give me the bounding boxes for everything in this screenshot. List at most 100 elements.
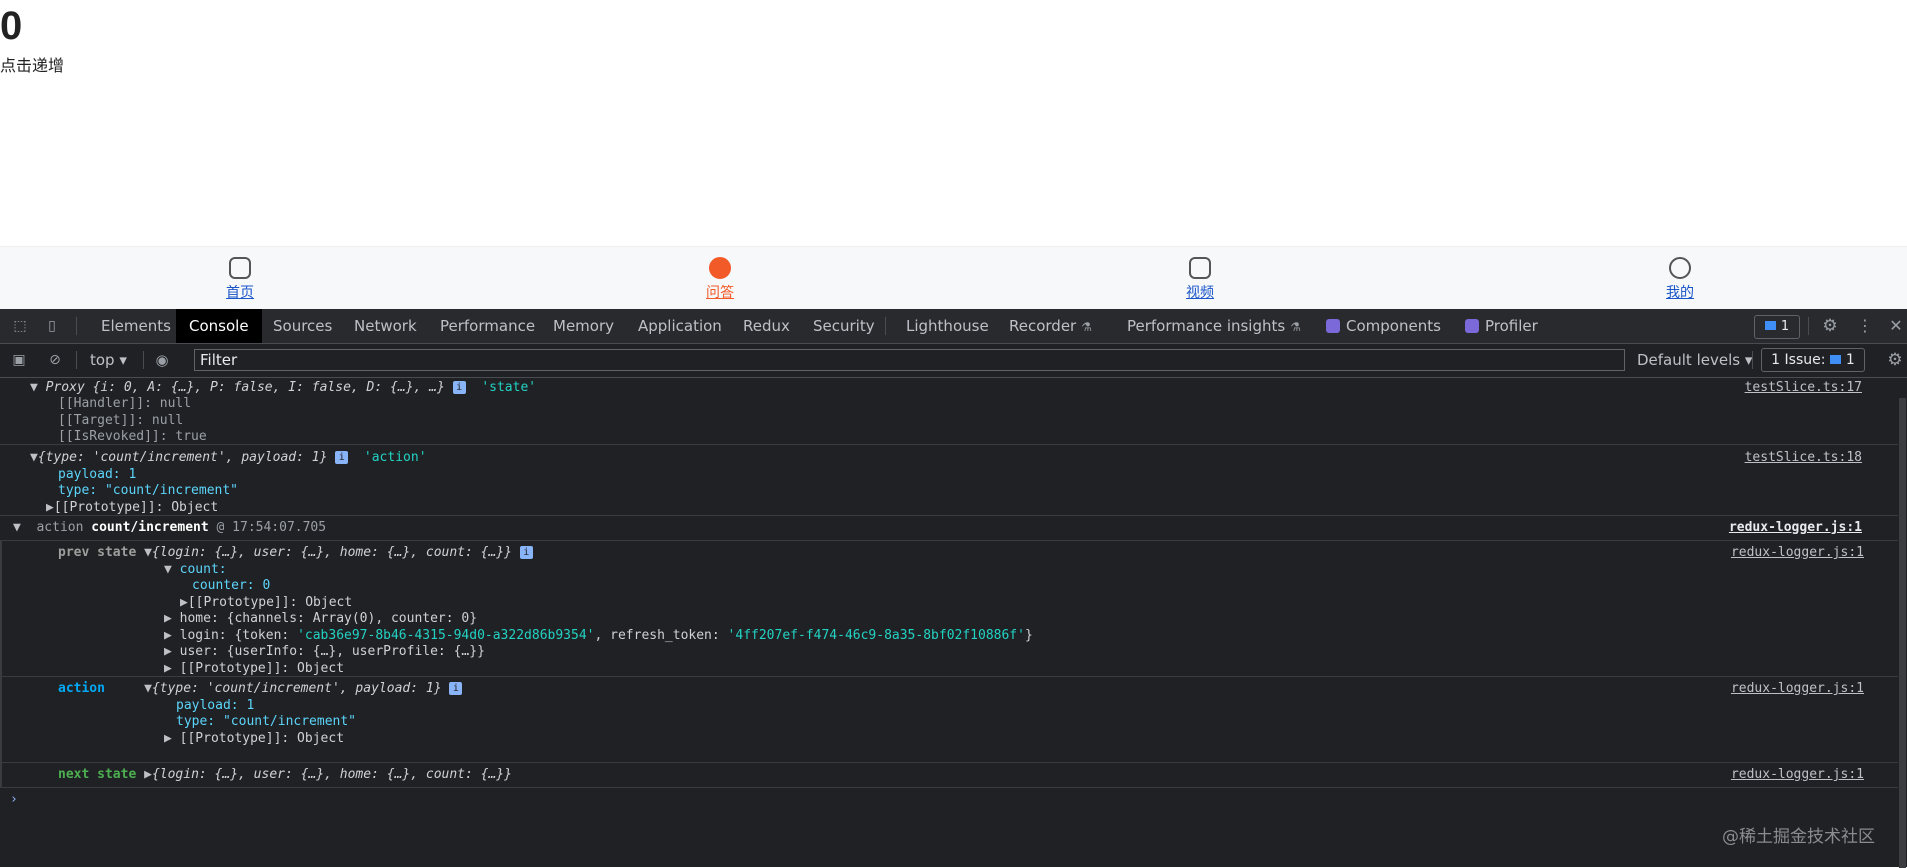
group-time: @ 17:54:07.705 (216, 520, 327, 535)
inspect-element-icon[interactable]: ⬚ (12, 318, 28, 334)
next-state-summary: {login: {…}, user: {…}, home: {…}, count… (151, 767, 512, 782)
action-label: action (58, 681, 105, 696)
prototype-row[interactable]: ▶[[Prototype]]: Object (46, 498, 218, 518)
login-close: } (1024, 628, 1033, 643)
tab-application[interactable]: Application (625, 309, 735, 343)
gear-icon[interactable]: ⚙ (1822, 318, 1838, 335)
tab-security[interactable]: Security (800, 309, 888, 343)
tab-performance-insights-label: Performance insights (1127, 317, 1286, 335)
expand-triangle-icon[interactable]: ▶ (164, 731, 172, 746)
source-link[interactable]: redux-logger.js:1 (1731, 543, 1864, 563)
login-key: login: {token: (179, 628, 298, 643)
context-selector[interactable]: top ▾ (90, 351, 127, 369)
tab-network[interactable]: Network (341, 309, 430, 343)
expand-triangle-icon[interactable]: ▼ (144, 545, 152, 560)
flask-icon: ⚗ (1081, 320, 1092, 334)
tab-profile-label: 我的 (1666, 285, 1694, 301)
expand-triangle-icon[interactable]: ▶ (144, 767, 152, 782)
prototype-label: [[Prototype]]: Object (179, 661, 345, 676)
expand-triangle-icon[interactable]: ▶ (180, 595, 188, 610)
expand-triangle-icon[interactable]: ▶ (164, 661, 172, 676)
tab-profiler[interactable]: Profiler (1452, 309, 1551, 343)
tab-elements[interactable]: Elements (88, 309, 184, 343)
filter-input[interactable] (194, 349, 1625, 371)
prototype-label: [[Prototype]]: Object (53, 500, 219, 515)
log-entry-next-state[interactable]: next state ▶{login: {…}, user: {…}, home… (0, 763, 1898, 788)
tab-video[interactable]: 视频 (1160, 257, 1240, 302)
expand-triangle-icon[interactable]: ▼ (30, 380, 38, 395)
expand-triangle-icon[interactable]: ▼ (30, 450, 38, 465)
tab-qa[interactable]: 问答 (680, 257, 760, 302)
log-tag: 'state' (481, 380, 537, 395)
log-entry-prev-state[interactable]: prev state ▼{login: {…}, user: {…}, home… (0, 541, 1898, 677)
bottom-tab-bar: 首页 问答 视频 我的 (0, 246, 1907, 310)
tab-recorder[interactable]: Recorder ⚗ (996, 309, 1105, 343)
expand-triangle-icon[interactable]: ▶ (46, 500, 54, 515)
expand-triangle-icon[interactable]: ▶ (164, 628, 172, 643)
close-icon[interactable]: ✕ (1888, 318, 1904, 334)
console-prompt-icon[interactable]: › (10, 790, 18, 810)
tab-home-label: 首页 (226, 285, 254, 301)
source-link[interactable]: testSlice.ts:17 (1745, 378, 1862, 398)
source-link[interactable]: redux-logger.js:1 (1731, 765, 1864, 785)
source-link[interactable]: redux-logger.js:1 (1731, 679, 1864, 699)
log-entry[interactable]: ▼ Proxy {i: 0, A: {…}, P: false, I: fals… (0, 378, 1898, 445)
divider (1752, 351, 1753, 369)
counter-value: 0 (0, 4, 23, 48)
sidebar-toggle-icon[interactable]: ▣ (11, 352, 27, 368)
console-log: ▼ Proxy {i: 0, A: {…}, P: false, I: fals… (0, 378, 1898, 867)
log-group-header[interactable]: ▼ action count/increment @ 17:54:07.705 … (0, 516, 1898, 541)
prototype-label: [[Prototype]]: Object (187, 595, 353, 610)
tab-console[interactable]: Console (176, 309, 262, 343)
tab-performance[interactable]: Performance (427, 309, 548, 343)
log-tag: 'action' (363, 450, 427, 465)
source-link[interactable]: testSlice.ts:18 (1745, 448, 1862, 468)
expand-triangle-icon[interactable]: ▶ (164, 611, 172, 626)
tab-sources[interactable]: Sources (260, 309, 345, 343)
tab-performance-insights[interactable]: Performance insights ⚗ (1114, 309, 1314, 343)
issues-button[interactable]: 1 Issue: 1 (1761, 348, 1865, 372)
messages-count: 1 (1780, 319, 1790, 334)
watermark: @稀土掘金技术社区 (1722, 827, 1875, 847)
issues-label: 1 Issue: (1771, 352, 1826, 368)
log-entry[interactable]: ▼{type: 'count/increment', payload: 1} i… (0, 445, 1898, 516)
tab-qa-label: 问答 (706, 285, 734, 301)
next-state-row[interactable]: next state ▶{login: {…}, user: {…}, home… (58, 765, 512, 785)
log-levels-dropdown[interactable]: Default levels ▾ (1637, 351, 1752, 369)
expand-triangle-icon[interactable]: ▼ (144, 681, 152, 696)
action-row[interactable]: action ▼{type: 'count/increment', payloa… (58, 679, 463, 699)
proxy-object: {i: 0, A: {…}, P: false, I: false, D: {…… (92, 380, 445, 395)
eye-icon[interactable]: ◉ (154, 352, 170, 368)
tab-video-label: 视频 (1186, 285, 1214, 301)
tab-redux[interactable]: Redux (730, 309, 803, 343)
messages-badge[interactable]: 1 (1754, 315, 1800, 339)
video-icon (1189, 257, 1211, 279)
devtools-panel: ⬚ ▯ Elements Console Sources Network Per… (0, 309, 1907, 868)
scrollbar-thumb[interactable] (1899, 398, 1906, 868)
divider (76, 317, 77, 335)
tab-memory[interactable]: Memory (540, 309, 627, 343)
group-title[interactable]: ▼ action count/increment @ 17:54:07.705 (13, 518, 326, 538)
tab-lighthouse[interactable]: Lighthouse (893, 309, 1002, 343)
prototype-row[interactable]: ▶ [[Prototype]]: Object (164, 659, 344, 679)
collapse-triangle-icon[interactable]: ▼ (13, 520, 21, 535)
divider (885, 317, 886, 335)
tab-components-label: Components (1346, 317, 1441, 335)
more-options-icon[interactable]: ⋮ (1857, 318, 1873, 334)
prototype-row[interactable]: ▶ [[Prototype]]: Object (164, 729, 344, 749)
device-toolbar-icon[interactable]: ▯ (44, 318, 60, 334)
console-scrollbar[interactable] (1898, 378, 1907, 868)
count-key: count: (179, 562, 227, 577)
console-settings-gear-icon[interactable]: ⚙ (1887, 352, 1903, 369)
clear-console-icon[interactable]: ⊘ (47, 352, 63, 368)
tab-components[interactable]: Components (1313, 309, 1454, 343)
increment-button[interactable]: 点击递增 (0, 52, 64, 76)
log-entry-action[interactable]: action ▼{type: 'count/increment', payloa… (0, 677, 1898, 763)
tab-home[interactable]: 首页 (200, 257, 280, 302)
divider (143, 351, 144, 369)
prev-state-row[interactable]: prev state ▼{login: {…}, user: {…}, home… (58, 543, 533, 563)
source-link[interactable]: redux-logger.js:1 (1729, 518, 1862, 538)
expand-triangle-icon[interactable]: ▶ (164, 644, 172, 659)
tab-profile[interactable]: 我的 (1640, 257, 1720, 302)
expand-triangle-icon[interactable]: ▼ (164, 562, 172, 577)
